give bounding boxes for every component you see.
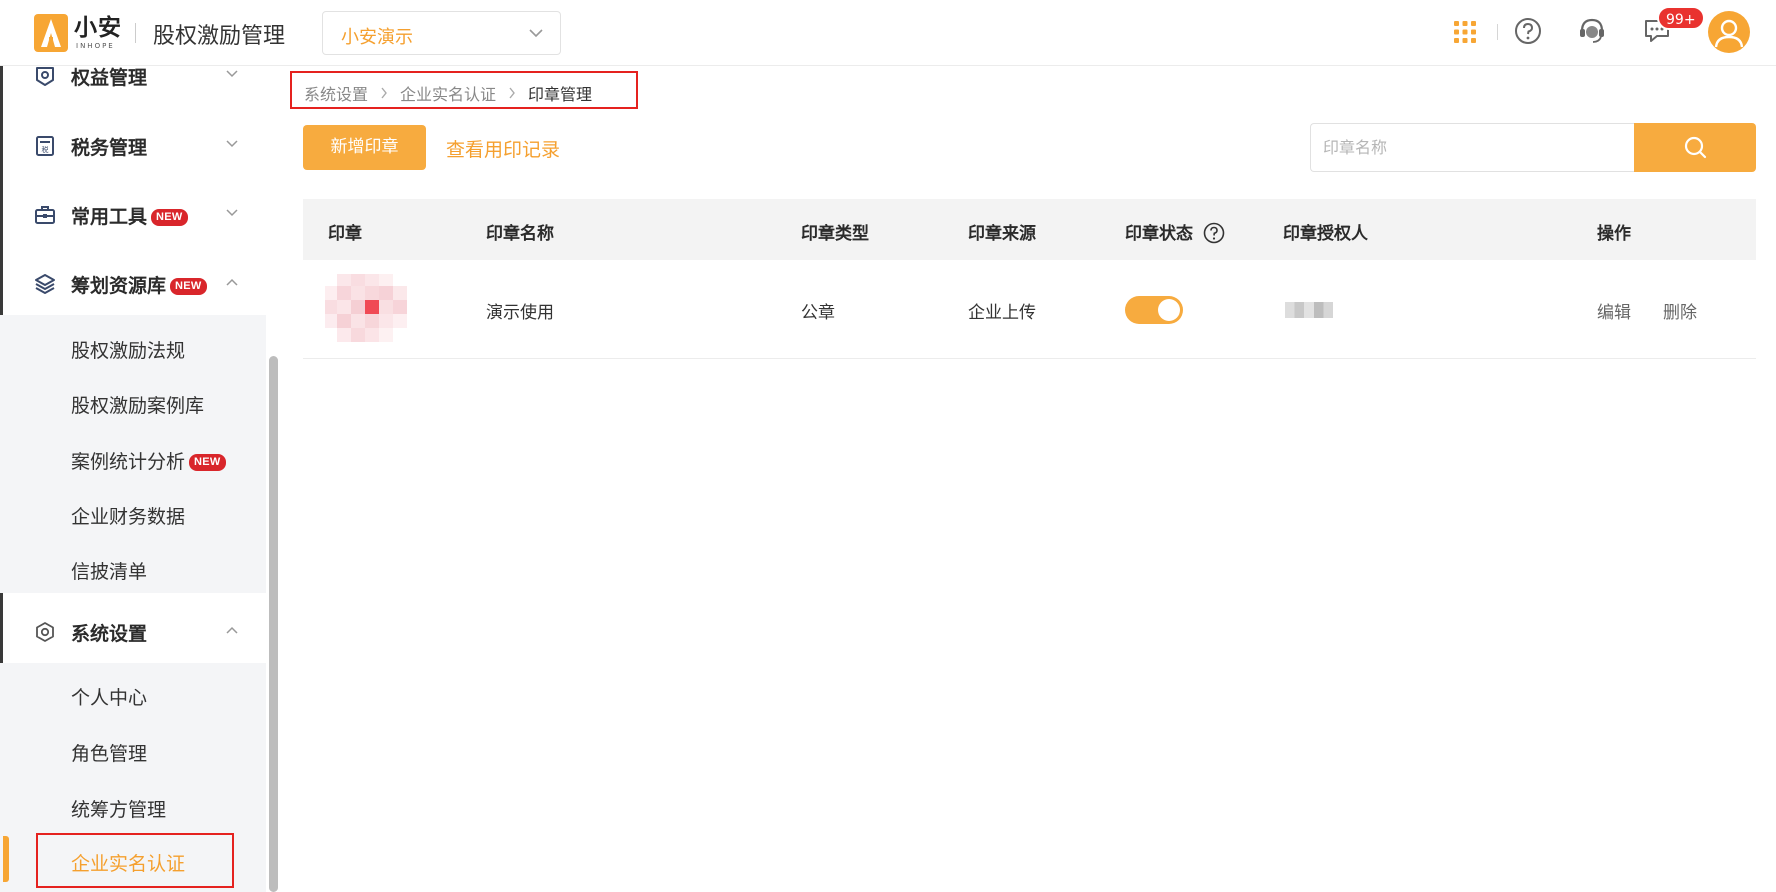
chevron-up-icon	[226, 626, 238, 634]
sidebar-group-tax[interactable]: 税 税务管理	[0, 117, 266, 177]
seal-status-toggle[interactable]	[1125, 296, 1183, 324]
sidebar-item-roles[interactable]: 角色管理	[71, 739, 147, 766]
new-badge: NEW	[170, 278, 207, 295]
user-avatar[interactable]	[1708, 11, 1750, 53]
customer-service-icon[interactable]	[1577, 15, 1607, 45]
breadcrumb-current: 印章管理	[528, 85, 593, 104]
table-row: 演示使用 公章 企业上传 编辑 删除	[303, 260, 1756, 359]
seal-name: 演示使用	[486, 303, 554, 323]
chevron-right-icon	[381, 87, 387, 99]
search-bar	[1310, 123, 1756, 172]
seal-usage-log-link[interactable]: 查看用印记录	[446, 135, 560, 162]
breadcrumb-item[interactable]: 系统设置	[304, 81, 368, 105]
column-header: 操作	[1597, 224, 1631, 244]
sidebar-item-case-library[interactable]: 股权激励案例库	[71, 391, 204, 418]
seal-type: 公章	[801, 303, 835, 323]
sidebar-item-real-name-auth[interactable]: 企业实名认证	[36, 833, 234, 888]
sidebar-group-label: 常用工具 NEW	[71, 202, 188, 229]
column-header-status: 印章状态	[1125, 219, 1225, 244]
sidebar-group-rights[interactable]: 权益管理	[0, 47, 266, 107]
chevron-up-icon	[226, 278, 238, 286]
sidebar-group-tools[interactable]: 常用工具 NEW	[0, 186, 266, 246]
column-header: 印章名称	[486, 224, 554, 244]
top-header: 小安 INHOPE 股权激励管理 小安演示 99+	[0, 0, 1776, 66]
sidebar-group-resources[interactable]: 筹划资源库 NEW	[0, 255, 266, 315]
toggle-knob	[1158, 299, 1180, 321]
sidebar-scrollbar-thumb[interactable]	[269, 356, 278, 892]
chevron-down-icon	[226, 70, 238, 78]
logo-divider	[135, 23, 136, 43]
company-select-value: 小安演示	[341, 27, 413, 48]
add-seal-button[interactable]: 新增印章	[303, 125, 426, 170]
sidebar-group-label: 系统设置	[71, 623, 148, 645]
sidebar-group-label: 权益管理	[71, 67, 148, 89]
sidebar-item-disclosure-list[interactable]: 信披清单	[71, 557, 147, 584]
company-select[interactable]: 小安演示	[322, 11, 561, 55]
header-divider	[1497, 24, 1498, 40]
sidebar-item-financial-data[interactable]: 企业财务数据	[71, 502, 185, 529]
sidebar-group-label: 税务管理	[71, 137, 148, 159]
search-button[interactable]	[1634, 123, 1756, 172]
notification-badge: 99+	[1657, 6, 1705, 30]
logo-text: 小安	[74, 14, 122, 41]
settings-icon	[36, 622, 54, 642]
column-header: 印章授权人	[1283, 224, 1368, 244]
sidebar-group-settings[interactable]: 系统设置	[0, 603, 266, 663]
seal-authorizer-redacted	[1285, 302, 1333, 318]
sidebar-item-coordinators[interactable]: 统筹方管理	[71, 795, 166, 822]
sidebar-item-case-stats[interactable]: 案例统计分析 NEW	[71, 447, 226, 474]
delete-button[interactable]: 删除	[1663, 298, 1697, 323]
column-header: 印章来源	[968, 224, 1036, 244]
new-badge: NEW	[151, 209, 188, 226]
seal-name-search-input[interactable]	[1310, 123, 1634, 172]
toolbox-icon	[35, 206, 55, 224]
chevron-down-icon	[226, 209, 238, 217]
apps-grid-icon[interactable]	[1453, 20, 1477, 44]
app-title: 股权激励管理	[153, 24, 286, 49]
sidebar-item-profile[interactable]: 个人中心	[71, 683, 147, 710]
sidebar-group-label: 筹划资源库 NEW	[71, 271, 207, 298]
help-icon[interactable]	[1514, 17, 1542, 45]
chevron-right-icon	[509, 87, 515, 99]
new-badge: NEW	[189, 454, 226, 471]
seal-source: 企业上传	[968, 303, 1036, 323]
chevron-down-icon	[226, 140, 238, 148]
sidebar-item-regulations[interactable]: 股权激励法规	[71, 336, 185, 363]
search-icon	[1684, 136, 1707, 159]
help-icon[interactable]	[1203, 222, 1225, 244]
tax-icon: 税	[36, 136, 54, 156]
avatar-person-icon	[1714, 19, 1744, 48]
column-header: 印章类型	[801, 224, 869, 244]
breadcrumb: 系统设置 企业实名认证 印章管理	[290, 71, 638, 109]
layers-icon	[35, 274, 55, 294]
rights-icon	[36, 67, 54, 86]
edit-button[interactable]: 编辑	[1597, 298, 1631, 323]
svg-text:税: 税	[42, 145, 49, 154]
breadcrumb-item[interactable]: 企业实名认证	[400, 81, 496, 105]
chevron-down-icon	[529, 29, 543, 38]
active-indicator	[3, 836, 9, 882]
column-header: 印章	[328, 224, 362, 244]
seal-image[interactable]	[325, 270, 409, 350]
table-header: 印章 印章名称 印章类型 印章来源 印章状态 印章授权人 操作	[303, 199, 1756, 260]
